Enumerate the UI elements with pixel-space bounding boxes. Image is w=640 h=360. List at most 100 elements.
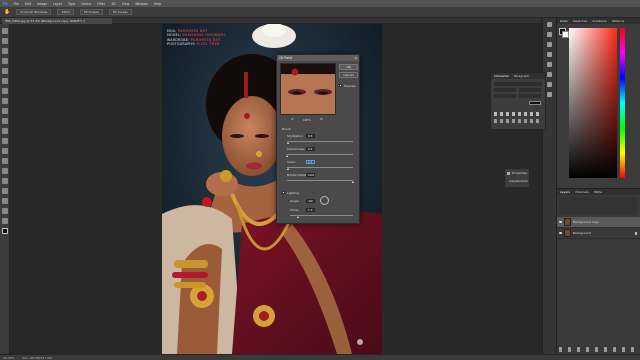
pen-tool-icon[interactable] xyxy=(1,168,8,174)
tab-gradients[interactable]: Gradients xyxy=(592,19,607,23)
font-size-field[interactable] xyxy=(494,88,516,92)
stylization-slider[interactable] xyxy=(287,141,353,142)
layer-row[interactable]: Background xyxy=(557,228,640,239)
tab-paragraph[interactable]: Paragraph xyxy=(514,74,529,78)
menu-type[interactable]: Type xyxy=(68,2,75,6)
bristle-detail-slider-knob[interactable] xyxy=(351,180,354,183)
fill-screen-button[interactable]: Fill Screen xyxy=(108,9,133,15)
tab-channels[interactable]: Channels xyxy=(575,190,589,194)
zoom-in-icon[interactable]: ⊕ xyxy=(320,117,323,121)
cleanliness-field[interactable]: 0.1 xyxy=(306,146,315,151)
tab-swatches[interactable]: Swatches xyxy=(573,19,587,23)
dialog-titlebar[interactable]: Oil Paint × xyxy=(277,55,359,61)
angle-field[interactable]: -60 xyxy=(306,198,315,203)
color-picker-field[interactable] xyxy=(569,28,617,178)
scale-slider[interactable] xyxy=(287,167,353,168)
healing-tool-icon[interactable] xyxy=(1,88,8,94)
preview-checkbox[interactable] xyxy=(339,84,342,87)
foreground-color-icon[interactable] xyxy=(1,228,8,234)
menu-window[interactable]: Window xyxy=(135,2,148,6)
menu-file[interactable]: File xyxy=(14,2,19,6)
eye-icon[interactable] xyxy=(559,232,562,234)
font-family-select[interactable] xyxy=(494,82,542,86)
menu-3d[interactable]: 3D xyxy=(111,2,115,6)
close-icon[interactable]: × xyxy=(354,56,357,60)
status-zoom[interactable]: 33.33% xyxy=(3,356,14,360)
tab-paths[interactable]: Paths xyxy=(594,190,602,194)
menu-view[interactable]: View xyxy=(122,2,130,6)
shine-field[interactable]: 1.3 xyxy=(306,207,315,212)
shine-slider[interactable] xyxy=(290,215,353,216)
menu-filter[interactable]: Filter xyxy=(97,2,105,6)
tab-layers[interactable]: Layers xyxy=(560,190,570,194)
info-icon[interactable] xyxy=(547,62,552,67)
lighting-checkbox[interactable] xyxy=(282,191,285,194)
layer-controls[interactable] xyxy=(559,197,637,215)
zoom-tool-icon[interactable] xyxy=(1,218,8,224)
history-brush-tool-icon[interactable] xyxy=(1,118,8,124)
eye-icon[interactable] xyxy=(559,221,562,223)
clone-source-icon[interactable] xyxy=(547,52,552,57)
tab-color[interactable]: Color xyxy=(560,19,568,23)
background-swatch[interactable] xyxy=(562,31,569,38)
eraser-tool-icon[interactable] xyxy=(1,128,8,134)
actions-icon[interactable] xyxy=(547,32,552,37)
path-select-tool-icon[interactable] xyxy=(1,188,8,194)
menu-select[interactable]: Select xyxy=(81,2,91,6)
properties-row[interactable]: Properties xyxy=(505,169,529,177)
gradient-tool-icon[interactable] xyxy=(1,138,8,144)
hand-tool-icon[interactable]: ✋ xyxy=(4,9,10,15)
cleanliness-slider-knob[interactable] xyxy=(286,154,289,157)
layer-footer-buttons[interactable] xyxy=(559,347,637,352)
tracking-field[interactable] xyxy=(519,94,541,98)
adjustments-row[interactable]: Adjustments xyxy=(505,177,529,185)
shape-tool-icon[interactable] xyxy=(1,198,8,204)
cleanliness-slider[interactable] xyxy=(287,154,353,155)
menu-image[interactable]: Image xyxy=(37,2,47,6)
bristle-detail-field[interactable]: 10.0 xyxy=(306,172,315,177)
zoom-out-icon[interactable]: ⊖ xyxy=(291,117,294,121)
menu-edit[interactable]: Edit xyxy=(25,2,31,6)
menu-help[interactable]: Help xyxy=(154,2,161,6)
dialog-preview[interactable] xyxy=(280,63,336,115)
bristle-detail-slider[interactable] xyxy=(287,180,353,181)
crop-tool-icon[interactable] xyxy=(1,68,8,74)
text-style-buttons[interactable] xyxy=(494,112,542,116)
blur-tool-icon[interactable] xyxy=(1,148,8,154)
tab-character[interactable]: Character xyxy=(494,74,509,78)
angle-dial[interactable] xyxy=(320,195,329,205)
hand-tool-icon[interactable] xyxy=(1,208,8,214)
styles-icon[interactable] xyxy=(547,92,552,97)
menu-layer[interactable]: Layer xyxy=(53,2,62,6)
brush-tool-icon[interactable] xyxy=(1,98,8,104)
scale-slider-knob[interactable] xyxy=(287,167,290,170)
leading-field[interactable] xyxy=(519,88,541,92)
stamp-tool-icon[interactable] xyxy=(1,108,8,114)
scroll-all-windows-checkbox[interactable]: Scroll All Windows xyxy=(16,9,52,15)
quick-select-tool-icon[interactable] xyxy=(1,58,8,64)
stylization-field[interactable]: 0.3 xyxy=(306,133,315,138)
tab-patterns[interactable]: Patterns xyxy=(612,19,624,23)
fit-screen-button[interactable]: Fit Screen xyxy=(80,9,103,15)
history-icon[interactable] xyxy=(547,22,552,27)
ok-button[interactable]: OK xyxy=(339,64,358,70)
menu-app-logo[interactable]: PS xyxy=(3,2,8,6)
scale-field[interactable]: 0.3 xyxy=(306,159,315,164)
opentype-buttons[interactable] xyxy=(494,119,542,123)
kerning-field[interactable] xyxy=(494,94,516,98)
type-tool-icon[interactable] xyxy=(1,178,8,184)
text-color-swatch[interactable] xyxy=(529,101,541,105)
zoom-100-button[interactable]: 100% xyxy=(57,9,75,15)
libraries-icon[interactable] xyxy=(547,82,552,87)
hue-slider[interactable] xyxy=(620,28,625,178)
lasso-tool-icon[interactable] xyxy=(1,48,8,54)
marquee-tool-icon[interactable] xyxy=(1,38,8,44)
layer-row[interactable]: Background copy xyxy=(557,217,640,228)
cancel-button[interactable]: Cancel xyxy=(339,72,358,78)
dodge-tool-icon[interactable] xyxy=(1,158,8,164)
move-tool-icon[interactable] xyxy=(1,28,8,34)
stylization-slider-knob[interactable] xyxy=(287,141,290,144)
eyedropper-tool-icon[interactable] xyxy=(1,78,8,84)
brush-settings-icon[interactable] xyxy=(547,42,552,47)
shine-slider-knob[interactable] xyxy=(296,215,299,218)
